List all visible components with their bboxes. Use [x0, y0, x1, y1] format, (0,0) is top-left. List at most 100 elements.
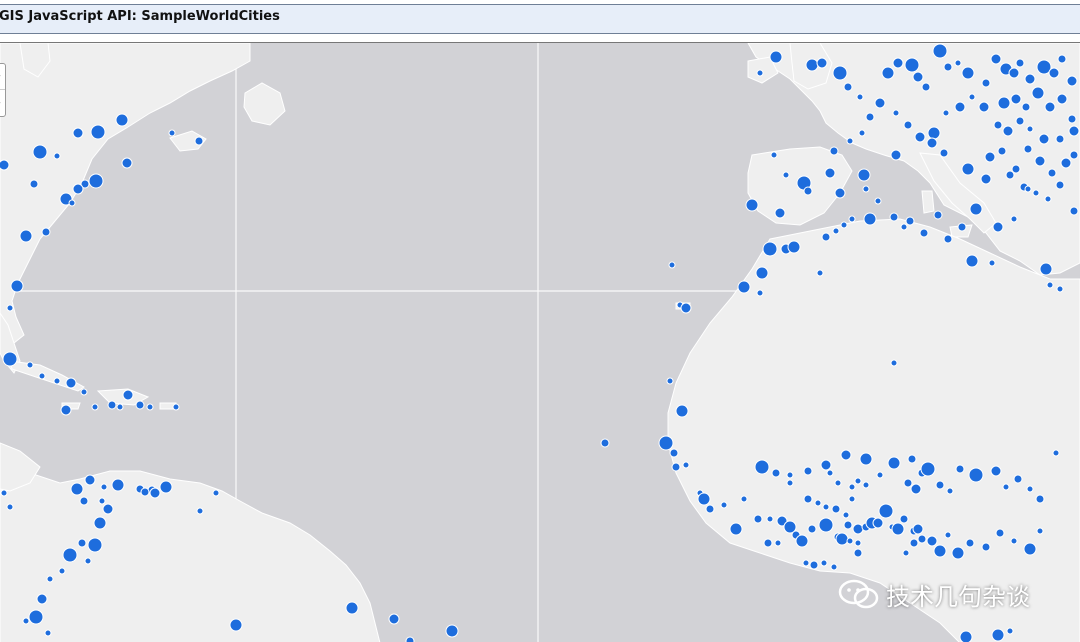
city-marker[interactable] [881, 66, 895, 80]
city-marker[interactable] [933, 210, 943, 220]
city-marker[interactable] [944, 531, 952, 539]
city-marker[interactable] [1002, 125, 1014, 137]
city-marker[interactable] [954, 101, 966, 113]
city-marker[interactable] [762, 241, 778, 257]
city-marker[interactable] [961, 66, 975, 80]
city-marker[interactable] [992, 221, 1004, 233]
city-marker[interactable] [991, 628, 1005, 642]
world-map[interactable] [0, 43, 1080, 642]
city-marker[interactable] [194, 136, 204, 146]
city-marker[interactable] [1010, 93, 1022, 105]
city-marker[interactable] [834, 479, 842, 487]
city-marker[interactable] [846, 137, 854, 145]
city-marker[interactable] [939, 148, 949, 158]
city-marker[interactable] [675, 404, 689, 418]
city-marker[interactable] [854, 539, 862, 547]
city-marker[interactable] [821, 232, 831, 242]
city-marker[interactable] [1048, 67, 1060, 79]
city-marker[interactable] [968, 93, 976, 101]
city-marker[interactable] [814, 499, 822, 507]
city-marker[interactable] [816, 57, 828, 69]
city-marker[interactable] [805, 58, 819, 72]
city-marker[interactable] [900, 223, 908, 231]
city-marker[interactable] [107, 400, 117, 410]
city-marker[interactable] [946, 487, 954, 495]
city-marker[interactable] [820, 459, 832, 471]
city-marker[interactable] [878, 503, 894, 519]
city-marker[interactable] [1038, 133, 1050, 145]
city-marker[interactable] [90, 124, 106, 140]
city-marker[interactable] [600, 438, 610, 448]
city-marker[interactable] [88, 173, 104, 189]
city-marker[interactable] [932, 43, 948, 59]
city-marker[interactable] [79, 496, 89, 506]
city-marker[interactable] [72, 127, 84, 139]
city-marker[interactable] [58, 567, 66, 575]
city-marker[interactable] [111, 478, 125, 492]
city-marker[interactable] [80, 388, 88, 396]
city-marker[interactable] [803, 186, 813, 196]
city-marker[interactable] [19, 229, 33, 243]
city-marker[interactable] [959, 630, 973, 642]
city-marker[interactable] [737, 280, 751, 294]
city-marker[interactable] [943, 62, 953, 72]
city-marker[interactable] [842, 511, 850, 519]
city-marker[interactable] [840, 221, 848, 229]
city-marker[interactable] [889, 212, 899, 222]
city-marker[interactable] [862, 481, 870, 489]
city-marker[interactable] [1068, 125, 1080, 137]
city-marker[interactable] [865, 112, 875, 122]
city-marker[interactable] [890, 359, 898, 367]
city-marker[interactable] [1047, 168, 1057, 178]
city-marker[interactable] [803, 466, 813, 476]
city-marker[interactable] [671, 462, 681, 472]
city-marker[interactable] [809, 560, 819, 570]
city-marker[interactable] [1057, 54, 1067, 64]
city-marker[interactable] [981, 542, 991, 552]
city-marker[interactable] [955, 464, 965, 474]
city-marker[interactable] [858, 129, 866, 137]
city-marker[interactable] [53, 377, 61, 385]
city-marker[interactable] [84, 557, 92, 565]
city-marker[interactable] [876, 471, 884, 479]
city-marker[interactable] [995, 528, 1005, 538]
city-marker[interactable] [1046, 281, 1054, 289]
city-marker[interactable] [903, 478, 913, 488]
city-marker[interactable] [1023, 144, 1033, 154]
city-marker[interactable] [41, 227, 51, 237]
city-marker[interactable] [740, 495, 748, 503]
city-marker[interactable] [990, 465, 1002, 477]
city-marker[interactable] [965, 538, 975, 548]
city-marker[interactable] [84, 474, 96, 486]
city-marker[interactable] [935, 480, 945, 490]
city-marker[interactable] [668, 261, 676, 269]
city-marker[interactable] [874, 197, 882, 205]
city-marker[interactable] [863, 212, 877, 226]
city-marker[interactable] [848, 495, 856, 503]
city-marker[interactable] [0, 159, 10, 171]
city-marker[interactable] [1044, 195, 1052, 203]
city-marker[interactable] [803, 494, 813, 504]
city-marker[interactable] [229, 618, 243, 632]
city-marker[interactable] [822, 503, 830, 511]
city-marker[interactable] [840, 449, 852, 461]
city-marker[interactable] [968, 467, 984, 483]
city-marker[interactable] [44, 629, 52, 637]
city-marker[interactable] [135, 400, 145, 410]
city-marker[interactable] [787, 240, 801, 254]
city-marker[interactable] [1013, 474, 1023, 484]
city-marker[interactable] [969, 202, 983, 216]
city-marker[interactable] [834, 187, 846, 199]
city-marker[interactable] [682, 461, 690, 469]
city-marker[interactable] [853, 548, 863, 558]
city-marker[interactable] [122, 389, 134, 401]
city-marker[interactable] [666, 377, 674, 385]
city-marker[interactable] [782, 171, 790, 179]
city-marker[interactable] [848, 215, 856, 223]
city-marker[interactable] [892, 109, 900, 117]
city-marker[interactable] [892, 57, 904, 69]
city-marker[interactable] [720, 501, 728, 509]
city-marker[interactable] [345, 601, 359, 615]
city-marker[interactable] [872, 517, 884, 529]
city-marker[interactable] [910, 483, 922, 495]
